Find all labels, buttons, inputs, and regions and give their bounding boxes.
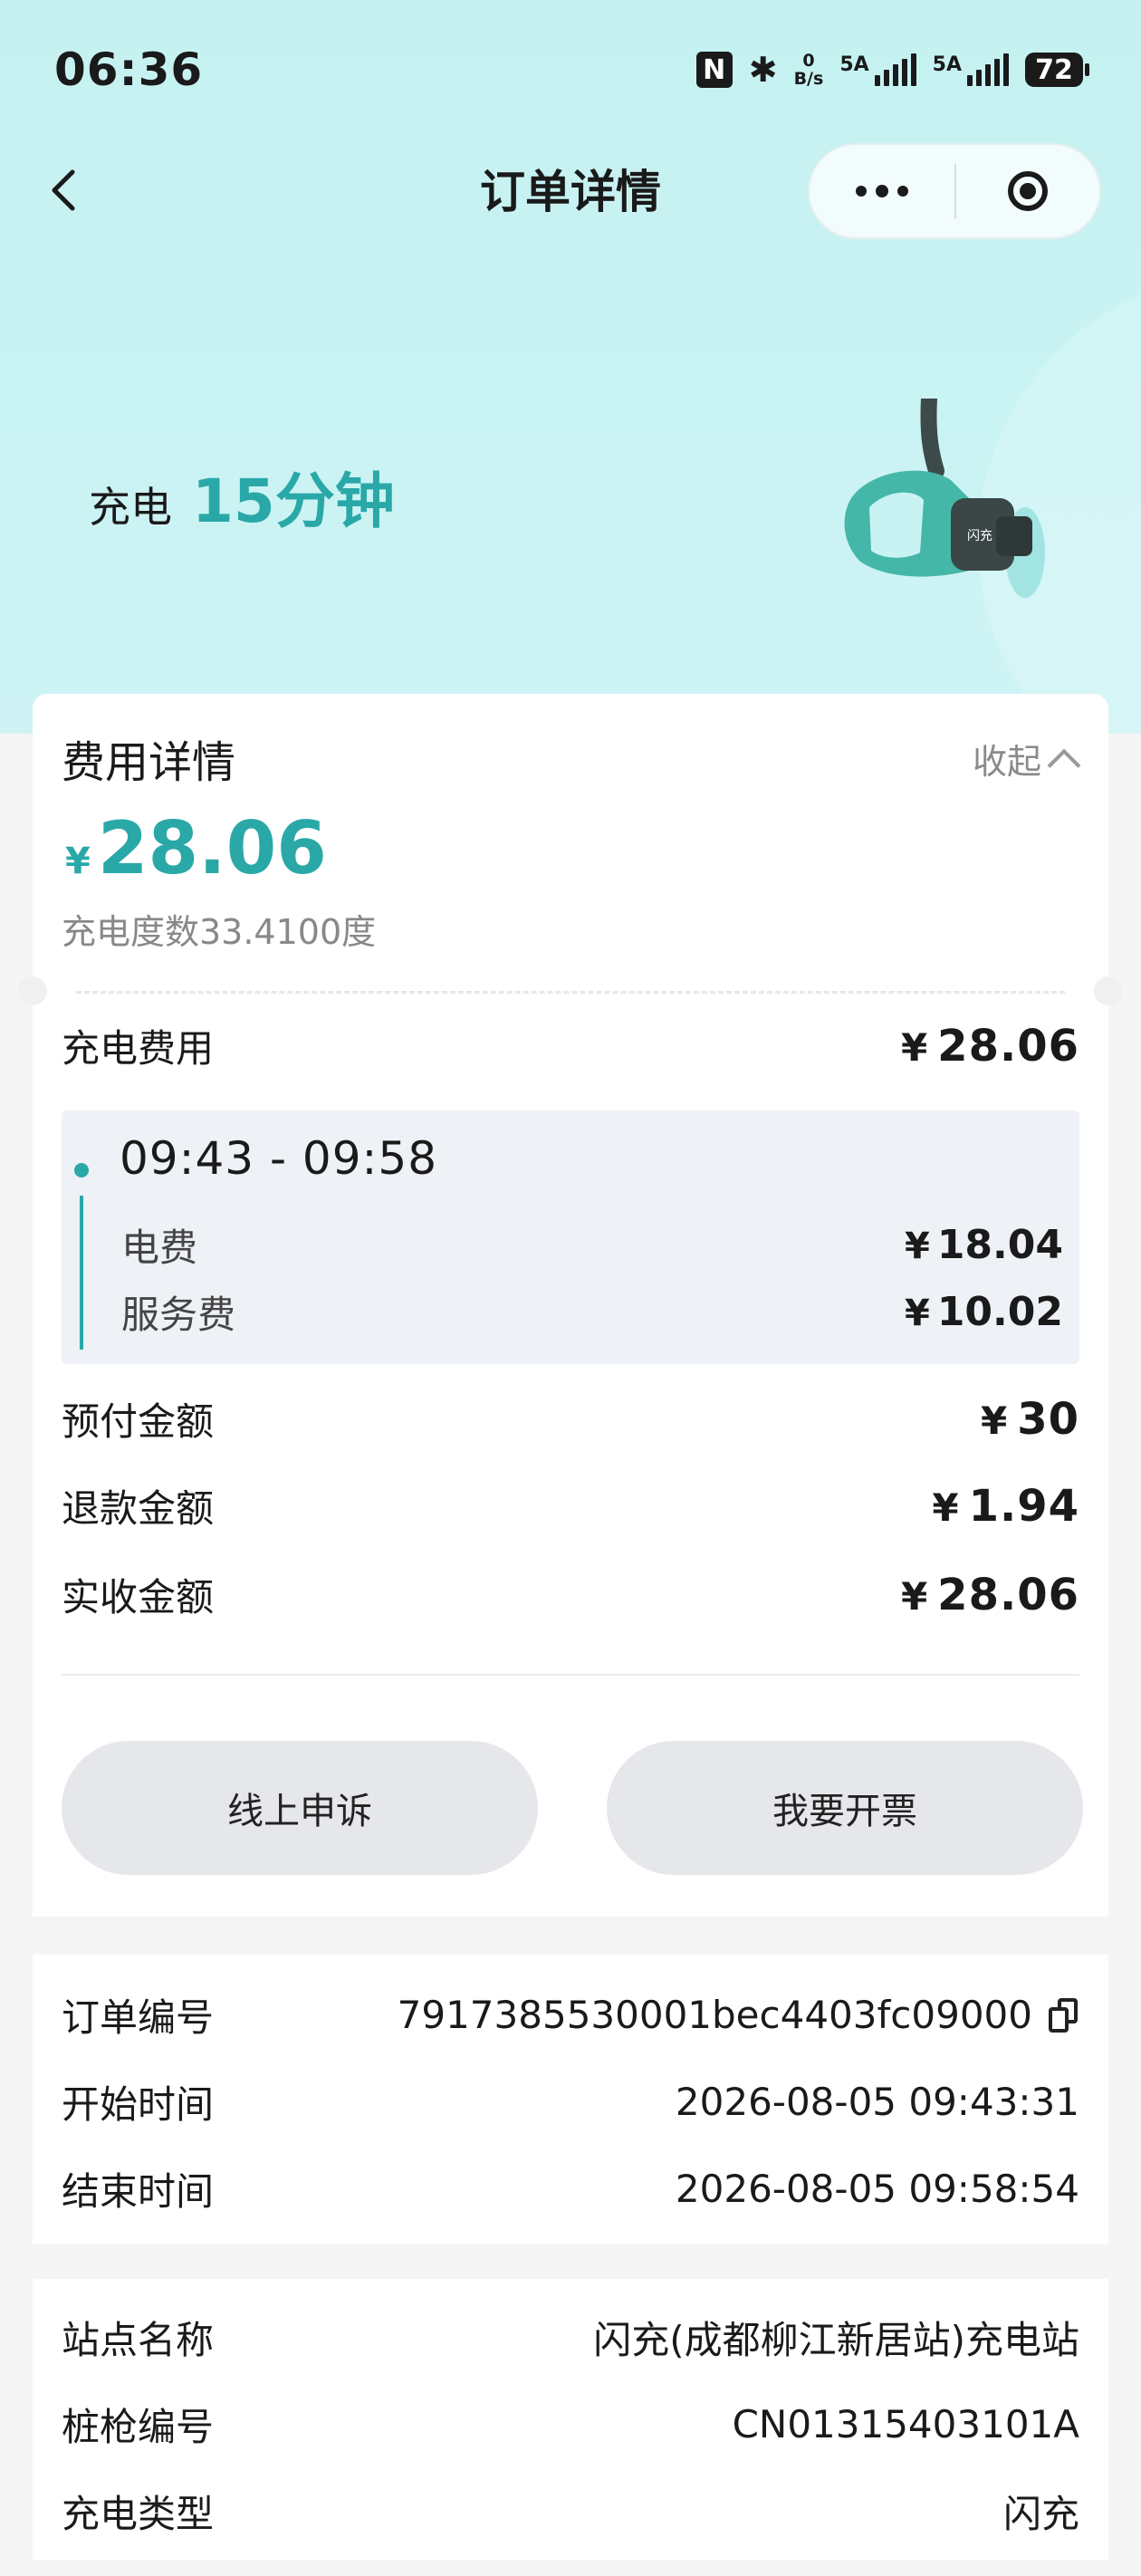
- collapse-label: 收起: [972, 742, 1041, 782]
- start-time-label: 开始时间: [62, 2082, 215, 2127]
- bluetooth-icon: ✱: [748, 50, 778, 90]
- order-id-row: 订单编号 7917385530001bec4403fc09000: [62, 1987, 1079, 2043]
- charge-fee-value: ¥28.06: [900, 1020, 1079, 1072]
- charge-period-block: 09:43 - 09:58 电费 ¥18.04 服务费 ¥10.02: [62, 1110, 1079, 1364]
- card-notch: [18, 976, 47, 1005]
- gun-number-label: 桩枪编号: [62, 2405, 215, 2449]
- status-time: 06:36: [54, 43, 204, 96]
- hero-banner: 06:36 N ✱ 0 B/s 5A 5A 72 订单详情 充电 15分钟 闪充: [0, 0, 1141, 734]
- charge-type-value: 闪充: [1002, 2492, 1079, 2536]
- mini-program-capsule: [808, 143, 1101, 239]
- signal-label: 5A: [839, 53, 869, 76]
- prepaid-value: ¥30: [980, 1393, 1079, 1445]
- battery-icon: 72: [1025, 53, 1089, 87]
- station-name-row: 站点名称 闪充(成都柳江新居站)充电站: [62, 2310, 1079, 2365]
- refund-label: 退款金额: [62, 1486, 215, 1531]
- network-speed-unit: B/s: [793, 69, 824, 89]
- online-appeal-button[interactable]: 线上申诉: [62, 1741, 538, 1875]
- charge-fee-row: 充电费用 ¥28.06: [62, 1018, 1079, 1073]
- network-speed: 0 B/s: [794, 52, 824, 88]
- service-fee-row: 服务费 ¥10.02: [121, 1284, 1063, 1340]
- station-name-label: 站点名称: [62, 2318, 215, 2362]
- received-label: 实收金额: [62, 1575, 215, 1620]
- fee-details-title: 费用详情: [62, 737, 236, 788]
- divider: [62, 1674, 1079, 1676]
- chevron-up-icon: [1047, 748, 1081, 782]
- station-info-card: 站点名称 闪充(成都柳江新居站)充电站 桩枪编号 CN01315403101A …: [33, 2279, 1108, 2560]
- svg-text:闪充: 闪充: [967, 529, 992, 543]
- card-notch: [1094, 976, 1123, 1005]
- service-fee-value: ¥10.02: [904, 1289, 1063, 1335]
- dashed-divider: [76, 991, 1065, 994]
- service-fee-label: 服务费: [121, 1293, 236, 1337]
- start-time-row: 开始时间 2026-08-05 09:43:31: [62, 2074, 1079, 2129]
- target-close-icon: [1008, 171, 1048, 211]
- status-icons: N ✱ 0 B/s 5A 5A 72: [695, 47, 1089, 92]
- refund-value: ¥1.94: [932, 1480, 1079, 1532]
- order-id-value: 7917385530001bec4403fc09000: [397, 1993, 1032, 2037]
- refund-row: 退款金额 ¥1.94: [62, 1478, 1079, 1533]
- fee-details-card: 费用详情 收起 ¥ 28.06 充电度数33.4100度 充电费用 ¥28.06…: [18, 694, 1123, 1917]
- currency-symbol: ¥: [65, 841, 91, 882]
- collapse-toggle[interactable]: 收起: [972, 734, 1081, 783]
- charge-duration: 充电 15分钟: [89, 453, 395, 540]
- end-time-label: 结束时间: [62, 2169, 215, 2214]
- end-time-value: 2026-08-05 09:58:54: [675, 2167, 1079, 2211]
- charge-type-row: 充电类型 闪充: [62, 2484, 1079, 2539]
- station-name-value: 闪充(成都柳江新居站)充电站: [593, 2318, 1079, 2362]
- gun-number-row: 桩枪编号 CN01315403101A: [62, 2397, 1079, 2452]
- copy-icon[interactable]: [1049, 1997, 1079, 2033]
- more-dots-icon: [856, 186, 867, 197]
- signal-icon: 5A: [839, 53, 916, 86]
- charge-duration-value: 15分钟: [192, 466, 395, 536]
- order-id-label: 订单编号: [62, 1995, 215, 2040]
- charge-fee-label: 充电费用: [62, 1026, 215, 1071]
- total-amount: ¥ 28.06: [65, 806, 327, 890]
- prepaid-row: 预付金额 ¥30: [62, 1391, 1079, 1447]
- end-time-row: 结束时间 2026-08-05 09:58:54: [62, 2161, 1079, 2216]
- charging-gun-icon: 闪充: [844, 399, 1045, 598]
- nfc-icon: N: [695, 52, 733, 88]
- received-value: ¥28.06: [900, 1569, 1079, 1620]
- electricity-fee-label: 电费: [121, 1226, 198, 1270]
- total-amount-value: 28.06: [97, 806, 327, 890]
- charged-kwh: 充电度数33.4100度: [62, 912, 377, 952]
- gun-number-value: CN01315403101A: [732, 2402, 1079, 2446]
- more-button[interactable]: [810, 145, 954, 237]
- electricity-fee-row: 电费 ¥18.04: [121, 1217, 1063, 1273]
- charge-type-label: 充电类型: [62, 2492, 215, 2536]
- received-row: 实收金额 ¥28.06: [62, 1567, 1079, 1622]
- network-speed-value: 0: [802, 51, 815, 71]
- charge-duration-label: 充电: [89, 483, 172, 532]
- order-info-card: 订单编号 7917385530001bec4403fc09000 开始时间 20…: [33, 1955, 1108, 2244]
- timeline-line: [80, 1196, 83, 1350]
- invoice-button[interactable]: 我要开票: [607, 1741, 1083, 1875]
- timeline-dot: [74, 1163, 89, 1177]
- close-mini-program-button[interactable]: [956, 145, 1099, 237]
- prepaid-label: 预付金额: [62, 1399, 215, 1444]
- electricity-fee-value: ¥18.04: [904, 1222, 1063, 1268]
- signal-label: 5A: [932, 53, 962, 76]
- start-time-value: 2026-08-05 09:43:31: [675, 2080, 1079, 2124]
- signal-icon: 5A: [933, 53, 1009, 86]
- period-time: 09:43 - 09:58: [120, 1132, 438, 1185]
